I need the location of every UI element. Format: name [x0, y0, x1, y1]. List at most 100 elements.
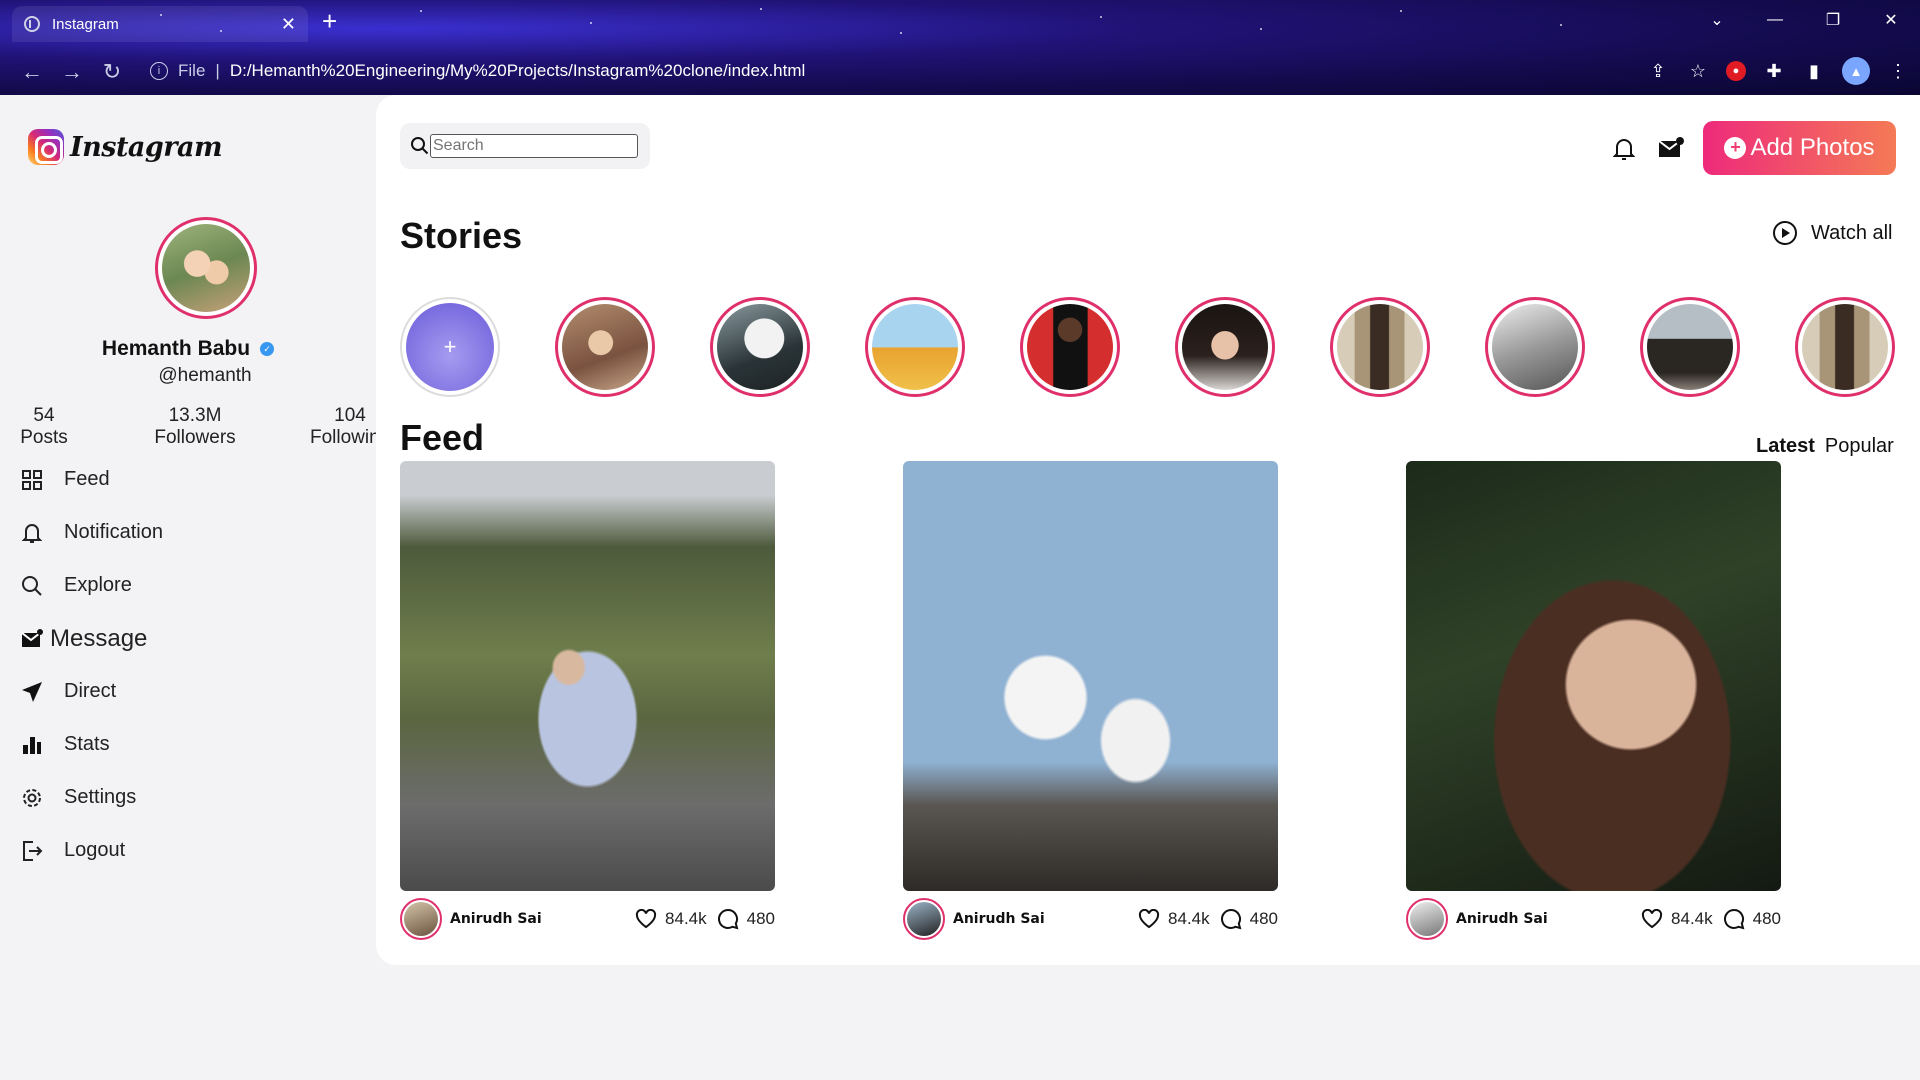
verified-badge-icon: ✓	[260, 342, 275, 356]
post-author[interactable]: Anirudh Sai	[953, 911, 1138, 927]
tab-title: Instagram	[52, 15, 119, 33]
gear-icon	[20, 786, 44, 810]
profile-handle: @hemanth	[158, 365, 252, 386]
share-icon[interactable]: ⇪	[1646, 59, 1670, 83]
forward-button[interactable]: →	[52, 52, 92, 92]
like-count: 84.4k	[1671, 909, 1713, 928]
search-icon	[20, 574, 44, 598]
heart-icon	[635, 909, 657, 929]
back-button[interactable]: ←	[12, 52, 52, 92]
profile-name: Hemanth Babu	[101, 337, 251, 360]
sidebar-item-stats[interactable]: Stats	[20, 718, 163, 771]
stat-followers[interactable]: 13.3M Followers	[140, 405, 250, 449]
logo[interactable]: Instagram	[28, 129, 223, 165]
post-photo[interactable]	[400, 461, 775, 891]
story-avatar[interactable]	[1330, 297, 1430, 397]
sidebar-item-feed[interactable]: Feed	[20, 453, 163, 506]
story-avatar[interactable]	[1795, 297, 1895, 397]
mail-icon	[20, 627, 44, 651]
author-avatar[interactable]	[400, 898, 442, 940]
story-avatar[interactable]	[710, 297, 810, 397]
send-icon	[20, 680, 44, 704]
story-avatar[interactable]	[865, 297, 965, 397]
sidebar-item-direct[interactable]: Direct	[20, 665, 163, 718]
url-separator: |	[215, 61, 220, 80]
sidebar-item-settings[interactable]: Settings	[20, 771, 163, 824]
kebab-menu-icon[interactable]: ⋮	[1886, 59, 1910, 83]
sidebar-item-message[interactable]: Message	[20, 612, 163, 665]
story-avatar[interactable]	[1485, 297, 1585, 397]
restore-button[interactable]: ❐	[1804, 0, 1862, 40]
add-photos-button[interactable]: + Add Photos	[1703, 121, 1896, 175]
sidebar-item-notification[interactable]: Notification	[20, 506, 163, 559]
browser-tab[interactable]: Instagram ✕	[12, 6, 308, 42]
author-avatar[interactable]	[1406, 898, 1448, 940]
toolbar-actions: ⇪ ☆ ● ✚ ▮ ▲ ⋮	[1646, 52, 1910, 90]
story-avatar[interactable]	[1020, 297, 1120, 397]
stat-value: 13.3M	[168, 405, 222, 426]
story-avatar[interactable]	[555, 297, 655, 397]
comment-button[interactable]: 480	[1220, 908, 1278, 930]
bell-icon[interactable]	[1613, 137, 1635, 161]
watch-all-label: Watch all	[1811, 221, 1893, 244]
logo-text: Instagram	[70, 131, 223, 163]
post-author[interactable]: Anirudh Sai	[1456, 911, 1641, 927]
profile-avatar-large[interactable]	[155, 217, 257, 319]
stat-posts[interactable]: 54 Posts	[18, 405, 70, 449]
instagram-logo-icon	[28, 129, 64, 165]
comment-button[interactable]: 480	[1723, 908, 1781, 930]
like-button[interactable]: 84.4k	[1138, 909, 1210, 929]
feed-tabs: Latest Popular	[1756, 435, 1894, 458]
mail-icon[interactable]	[1658, 137, 1684, 159]
stat-following[interactable]: 104 Following	[310, 405, 376, 449]
bar-chart-icon	[20, 733, 44, 757]
author-avatar[interactable]	[903, 898, 945, 940]
post-photo[interactable]	[903, 461, 1278, 891]
info-icon[interactable]: i	[150, 62, 168, 80]
search-box	[400, 123, 650, 169]
url-scheme: File	[178, 61, 206, 80]
like-count: 84.4k	[1168, 909, 1210, 928]
new-tab-button[interactable]: +	[322, 8, 337, 34]
watch-all-button[interactable]: Watch all	[1773, 221, 1893, 245]
search-input[interactable]	[430, 134, 638, 158]
tab-latest[interactable]: Latest	[1756, 435, 1815, 458]
heart-icon	[1641, 909, 1663, 929]
sidebar-item-label: Settings	[64, 786, 137, 808]
story-avatar[interactable]	[1175, 297, 1275, 397]
reload-button[interactable]: ↻	[92, 52, 132, 92]
minimize-button[interactable]: —	[1746, 0, 1804, 40]
sidebar-item-logout[interactable]: Logout	[20, 824, 163, 877]
side-panel-icon[interactable]: ▮	[1802, 59, 1826, 83]
like-button[interactable]: 84.4k	[635, 909, 707, 929]
sidebar-item-label: Explore	[64, 574, 132, 596]
address-bar[interactable]: i File | D:/Hemanth%20Engineering/My%20P…	[136, 52, 1636, 90]
main-content: + Add Photos Stories Watch all + Feed La…	[376, 95, 1920, 965]
close-icon[interactable]: ✕	[281, 14, 296, 35]
puzzle-icon[interactable]: ✚	[1762, 59, 1786, 83]
feed-post: Anirudh Sai 84.4k 480	[903, 461, 1278, 947]
add-story-button[interactable]: +	[400, 297, 500, 397]
url-text: D:/Hemanth%20Engineering/My%20Projects/I…	[229, 61, 806, 80]
post-author[interactable]: Anirudh Sai	[450, 911, 635, 927]
sidebar-item-explore[interactable]: Explore	[20, 559, 163, 612]
bell-icon	[20, 521, 44, 545]
like-button[interactable]: 84.4k	[1641, 909, 1713, 929]
feed-title: Feed	[400, 417, 485, 458]
post-photo[interactable]	[1406, 461, 1781, 891]
tab-search-icon[interactable]: ⌄	[1688, 0, 1746, 40]
profile-avatar[interactable]: ▲	[1842, 57, 1870, 85]
close-window-button[interactable]: ✕	[1862, 0, 1920, 40]
bookmark-star-icon[interactable]: ☆	[1686, 59, 1710, 83]
sidebar-item-label: Feed	[64, 468, 110, 490]
sidebar-item-label: Logout	[64, 839, 126, 861]
stories-row: +	[400, 297, 1900, 397]
sidebar-item-label: Notification	[64, 521, 163, 543]
profile-stats: 54 Posts 13.3M Followers 104 Following	[0, 405, 376, 451]
tab-popular[interactable]: Popular	[1825, 435, 1894, 458]
extension-icon[interactable]: ●	[1726, 61, 1746, 81]
sidebar: Instagram Hemanth Babu ✓ @hemanth 54 Pos…	[0, 95, 376, 1080]
comment-button[interactable]: 480	[717, 908, 775, 930]
story-avatar[interactable]	[1640, 297, 1740, 397]
stories-title: Stories	[400, 215, 523, 256]
